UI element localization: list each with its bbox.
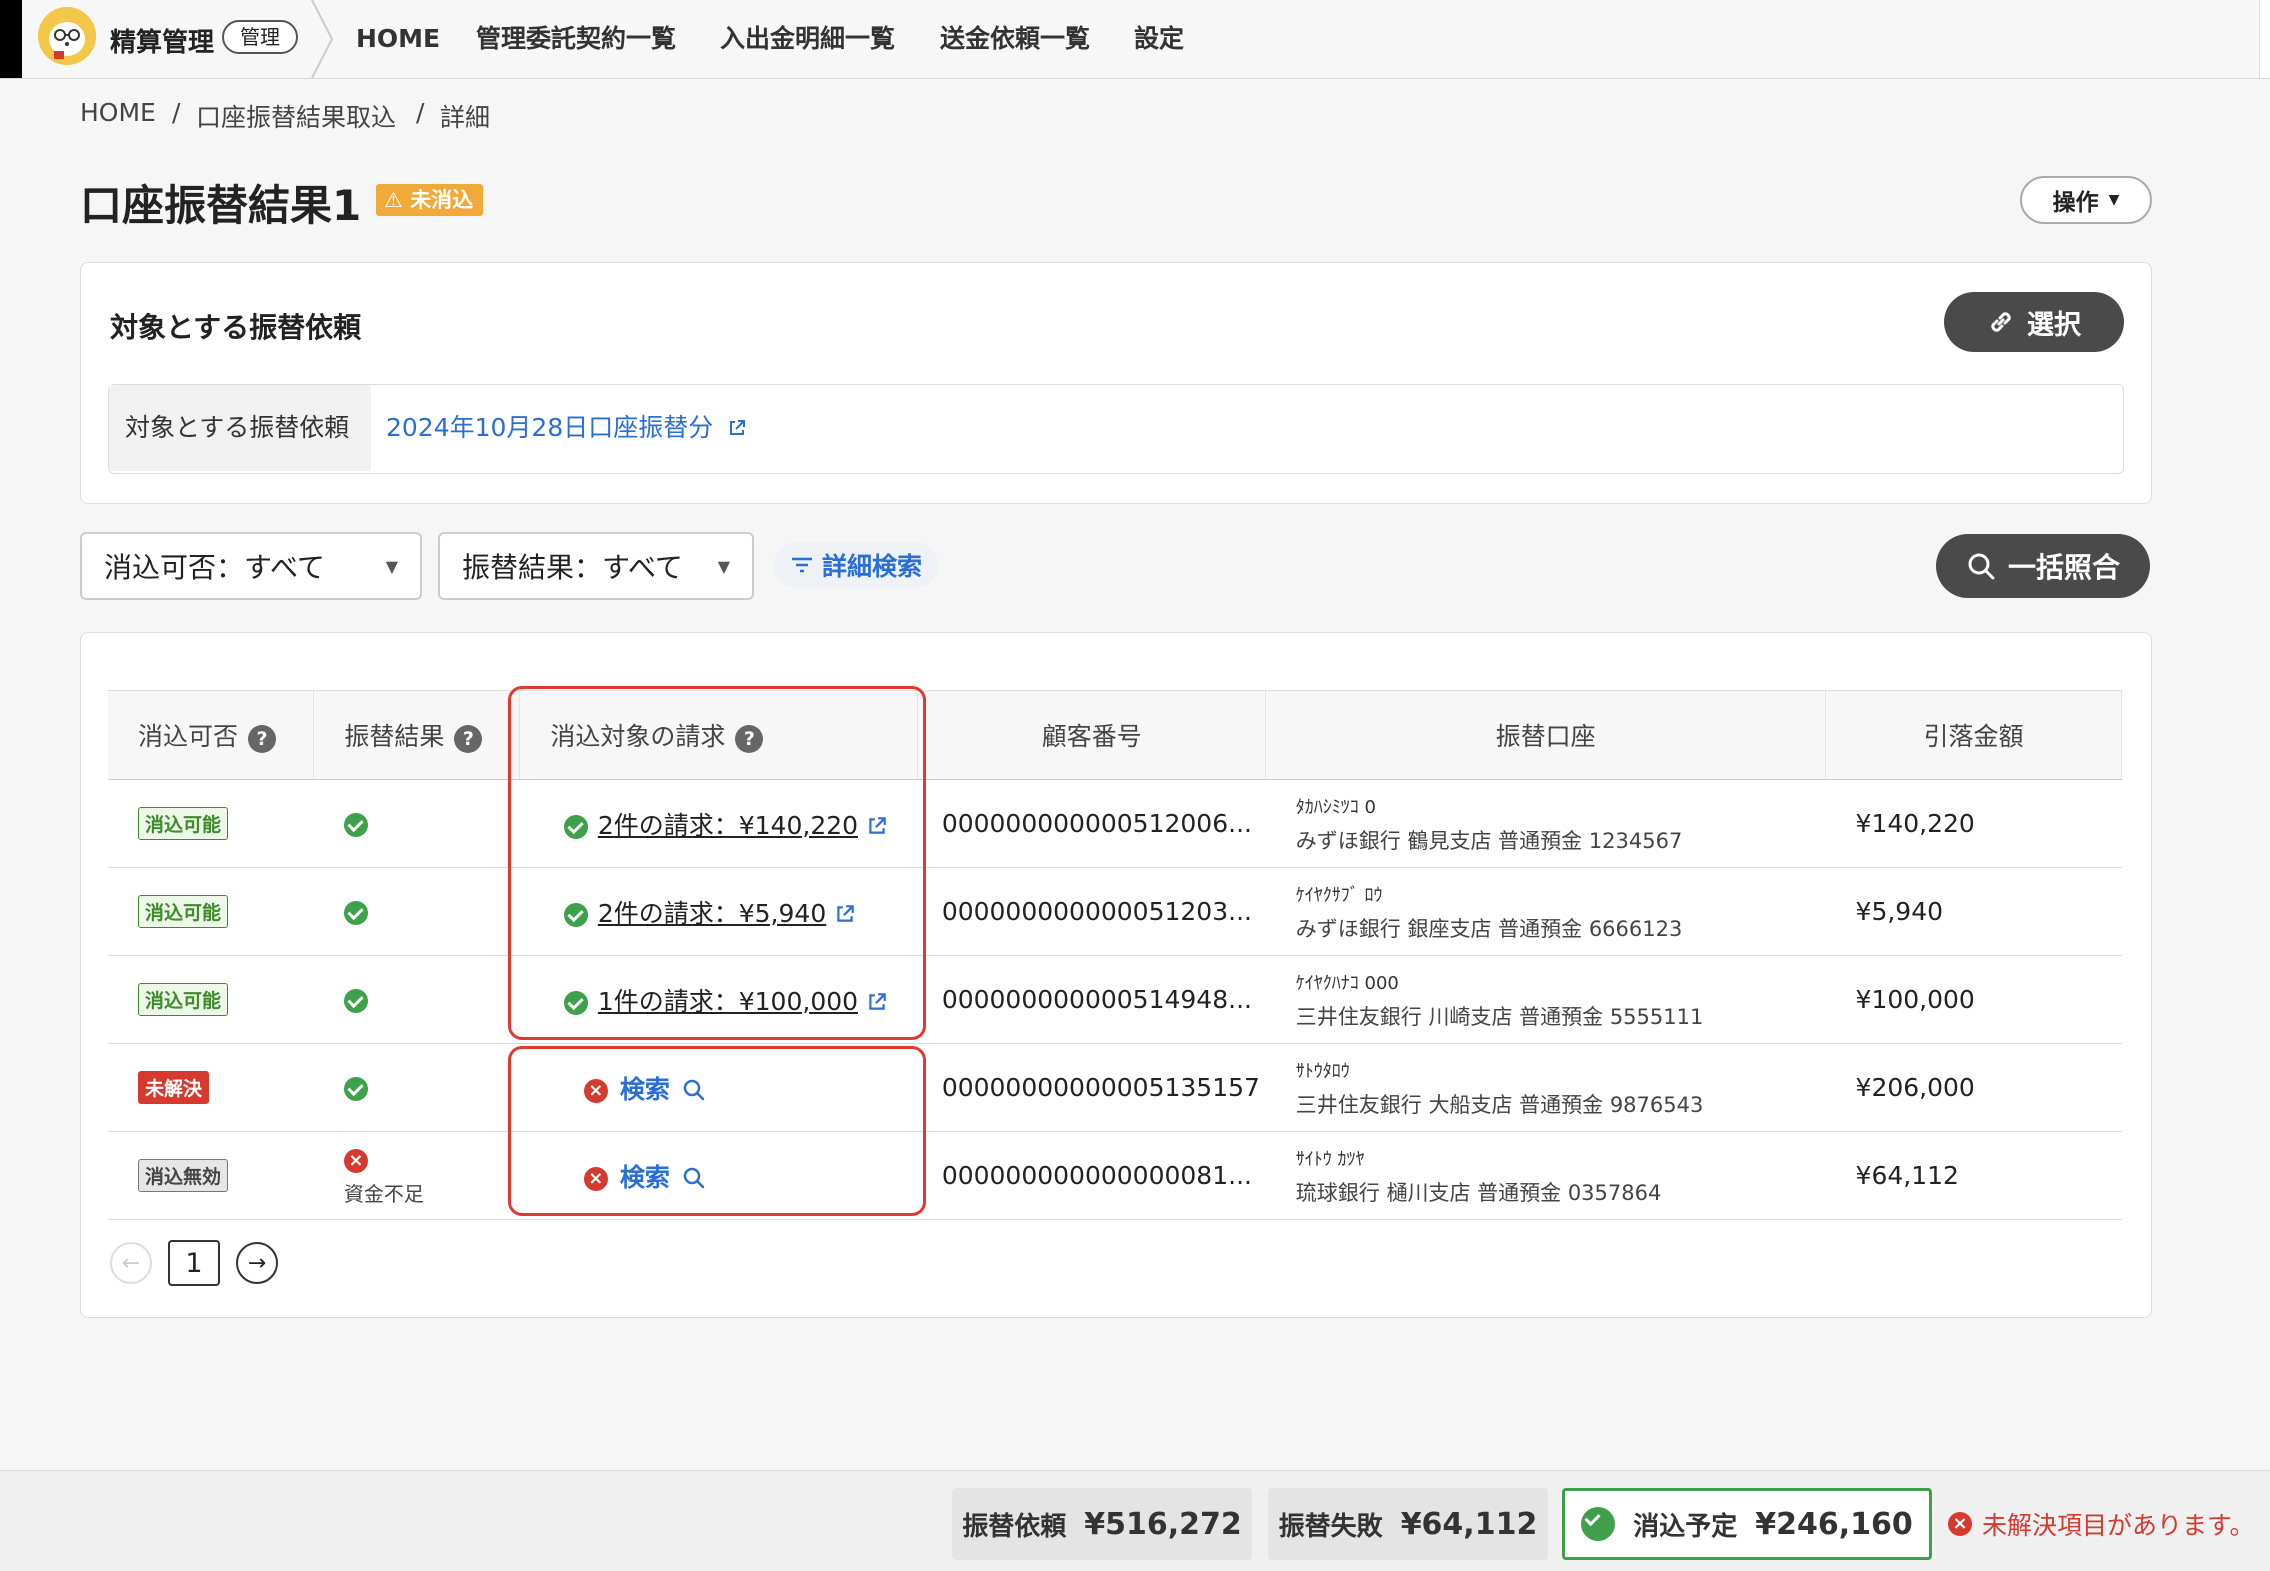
table-row: 未解決 × 検索 00000000000005135157 ｻﾄｳﾀﾛｳ 三井住友銀行 大…: [108, 1043, 2122, 1132]
caret-down-icon: ▼: [385, 556, 398, 576]
account-holder-kana: ｻﾄｳﾀﾛｳ: [1295, 1060, 1350, 1082]
app-name: 精算管理: [110, 28, 215, 58]
account-holder-kana: ﾀｶﾊｼﾐﾂｺ 0: [1295, 796, 1376, 818]
caret-down-icon: ▼: [2108, 192, 2120, 208]
success-icon: [343, 813, 368, 837]
highlight-unmatched-invoices: [508, 1046, 926, 1216]
bank-account: 三井住友銀行 川崎支店 普通預金 5555111: [1295, 1004, 1704, 1029]
breadcrumb-sep-icon: /: [172, 98, 181, 127]
page-title: 口座振替結果1: [80, 181, 362, 230]
reconcile-filter-select[interactable]: 消込可否：すべて ▼: [80, 532, 422, 600]
customer-number: 00000000000005135157: [917, 1043, 1266, 1132]
bank-account: みずほ銀行 鶴見支店 普通預金 1234567: [1295, 828, 1683, 853]
bank-account: みずほ銀行 銀座支店 普通預金 6666123: [1295, 916, 1683, 941]
bank-account: 琉球銀行 樋川支店 普通預金 0357864: [1295, 1180, 1662, 1205]
nav-contracts[interactable]: 管理委託契約一覧: [476, 0, 676, 78]
error-icon: ×: [1948, 1512, 1972, 1536]
customer-number: 000000000000514948...: [917, 955, 1266, 1044]
filter-icon: [792, 557, 812, 573]
page-number[interactable]: 1: [168, 1240, 220, 1286]
reconcile-status-badge: 消込可能: [138, 807, 229, 840]
search-icon: [1968, 553, 1995, 580]
col-header-customer: 顧客番号: [917, 690, 1267, 780]
breadcrumb-detail: 詳細: [440, 103, 491, 132]
breadcrumb-home[interactable]: HOME: [80, 98, 156, 127]
nav-divider-chevron: [311, 0, 334, 78]
unresolved-error-message: × 未解決項目があります。: [1948, 1506, 2255, 1542]
account-holder-kana: ｹｲﾔｸｻﾌﾞ ﾛｳ: [1295, 884, 1383, 906]
planned-reconcile-total: 消込予定 ¥246,160: [1562, 1488, 1932, 1560]
caret-down-icon: ▼: [717, 556, 730, 576]
debit-amount: ¥140,220: [1825, 779, 2122, 868]
nav-settings[interactable]: 設定: [1134, 0, 1184, 78]
col-header-amount: 引落金額: [1825, 690, 2122, 780]
link-icon: [1991, 312, 2011, 332]
select-button[interactable]: 選択: [1944, 292, 2124, 352]
highlight-matched-invoices: [508, 686, 926, 1040]
table-header-row: 消込可否? 振替結果? 消込対象の請求? 顧客番号 振替口座 引落金額: [108, 690, 2122, 780]
bulk-match-button[interactable]: 一括照合: [1936, 534, 2150, 598]
success-icon: [343, 901, 368, 925]
target-request-link[interactable]: 2024年10月28日口座振替分: [386, 385, 747, 471]
external-link-icon: [730, 420, 746, 435]
success-icon: [343, 1077, 368, 1101]
table-row: 消込可能 1件の請求：¥100,000 000000000000514948... ｹ…: [108, 955, 2122, 1044]
status-badge: ⚠ 未消込: [376, 184, 484, 216]
col-header-account: 振替口座: [1265, 690, 1827, 780]
breadcrumb-sep-icon: /: [416, 98, 425, 127]
advanced-search-button[interactable]: 詳細検索: [774, 542, 939, 588]
help-icon[interactable]: ?: [454, 725, 483, 753]
transfer-request-total: 振替依頼 ¥516,272: [952, 1488, 1252, 1560]
next-page-button[interactable]: →: [236, 1242, 278, 1284]
debit-amount: ¥5,940: [1825, 867, 2122, 956]
bank-account: 三井住友銀行 大船支店 普通預金 9876543: [1295, 1092, 1704, 1117]
app-logo[interactable]: [38, 7, 96, 65]
target-request-title: 対象とする振替依頼: [110, 311, 362, 344]
breadcrumb-import[interactable]: 口座振替結果取込: [196, 98, 396, 134]
help-icon[interactable]: ?: [248, 725, 277, 753]
reconcile-status-badge: 未解決: [138, 1071, 210, 1104]
table-row: 消込可能 2件の請求：¥5,940 000000000000051203... ｹｲﾔ…: [108, 867, 2122, 956]
operations-button[interactable]: 操作 ▼: [2020, 176, 2152, 224]
debit-amount: ¥64,112: [1825, 1131, 2122, 1220]
window-edge: [0, 0, 22, 78]
warning-icon: ⚠: [384, 188, 403, 212]
error-icon: ×: [343, 1148, 368, 1173]
account-holder-kana: ｹｲﾔｸﾊﾅｺ 000: [1295, 972, 1399, 994]
customer-number: 000000000000512006...: [917, 779, 1266, 868]
account-holder-kana: ｻｲﾄｳ ｶﾂﾔ: [1295, 1148, 1365, 1170]
result-note: 資金不足: [343, 1181, 424, 1206]
customer-number: 000000000000000081...: [917, 1131, 1266, 1220]
table-row: 消込無効 × 資金不足 × 検索 000000000000000081... ｻｲﾄｳ ｶﾂ…: [108, 1131, 2122, 1220]
nav-home[interactable]: HOME: [356, 0, 440, 78]
customer-number: 000000000000051203...: [917, 867, 1266, 956]
results-table: 消込可否? 振替結果? 消込対象の請求? 顧客番号 振替口座 引落金額 消込可能…: [108, 690, 2122, 1220]
table-row: 消込可能 2件の請求：¥140,220 000000000000512006... ﾀ…: [108, 779, 2122, 868]
prev-page-button[interactable]: ←: [110, 1242, 152, 1284]
nav-transactions[interactable]: 入出金明細一覧: [720, 0, 895, 78]
debit-amount: ¥206,000: [1825, 1043, 2122, 1132]
nav-remittances[interactable]: 送金依頼一覧: [940, 0, 1090, 78]
admin-badge: 管理: [222, 20, 298, 54]
col-header-reconcile: 消込可否?: [108, 690, 315, 780]
result-filter-select[interactable]: 振替結果：すべて ▼: [438, 532, 754, 600]
debit-amount: ¥100,000: [1825, 955, 2122, 1044]
reconcile-status-badge: 消込無効: [138, 1159, 229, 1192]
target-request-label: 対象とする振替依頼: [109, 385, 371, 471]
success-icon: [343, 989, 368, 1013]
col-header-result: 振替結果?: [313, 690, 521, 780]
check-circle-icon: [1581, 1507, 1616, 1541]
reconcile-status-badge: 消込可能: [138, 983, 229, 1016]
reconcile-status-badge: 消込可能: [138, 895, 229, 928]
transfer-failed-total: 振替失敗 ¥64,112: [1268, 1488, 1548, 1560]
scrollbar[interactable]: [2259, 0, 2270, 78]
